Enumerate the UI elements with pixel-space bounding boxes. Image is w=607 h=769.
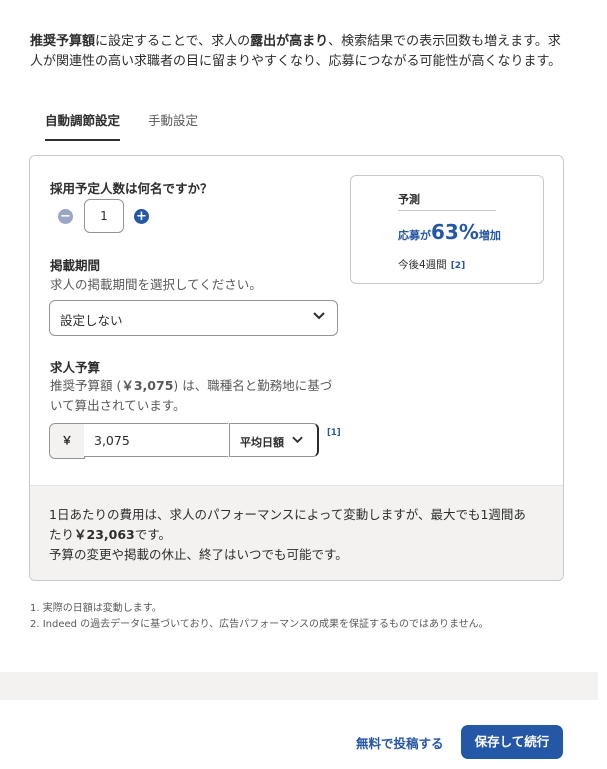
tab-auto-adjust[interactable]: 自動調節設定	[45, 110, 121, 141]
footnote-1: 1. 実際の日額は変動します。	[30, 603, 162, 614]
forecast-period-text: 今後4週間	[398, 259, 447, 271]
budget-description: 推奨予算額 (￥3,075) は、職種名と勤務地に基づ いて算出されています。	[50, 376, 332, 416]
chevron-down-icon	[292, 436, 303, 444]
plus-circle-icon[interactable]: +	[134, 209, 149, 224]
forecast-title: 予測	[398, 191, 496, 211]
cost-note-line3: 予算の変更や掲載の休止、終了はいつでも可能です。	[49, 547, 348, 562]
footnote-ref-1[interactable]: [1]	[327, 428, 341, 438]
hires-count-input[interactable]: 1	[84, 199, 124, 233]
forecast-panel: 予測 応募が63%増加 今後4週間 [2]	[350, 175, 544, 284]
forecast-increase: 応募が63%増加	[398, 220, 501, 244]
budget-desc-a: 推奨予算額 (	[50, 378, 122, 393]
intro-bold-budget: 推奨予算額	[30, 34, 96, 49]
budget-mode-select[interactable]: 平均日額	[229, 423, 319, 457]
budget-settings-card: 採用予定人数は何名ですか？ − 1 + 予測 応募が63%増加 今後4週間 [2]…	[29, 155, 564, 581]
save-and-continue-button[interactable]: 保存して続行	[461, 725, 563, 759]
settings-tabs: 自動調節設定 手動設定	[30, 100, 570, 142]
intro-text: 推奨予算額に設定することで、求人の露出が高まり、検索結果での表示回数も増えます。…	[30, 32, 570, 72]
chevron-down-icon	[313, 312, 325, 320]
posting-period-selected: 設定しない	[60, 313, 123, 328]
cost-note-box: 1日あたりの費用は、求人のパフォーマンスによって変動しますが、最大でも1週間あ …	[30, 485, 563, 580]
posting-period-select[interactable]: 設定しない	[49, 300, 338, 336]
cost-note-line1: 1日あたりの費用は、求人のパフォーマンスによって変動しますが、最大でも1週間あ	[49, 507, 526, 522]
footnote-2: 2. Indeed の過去データに基づいており、広告パフォーマンスの成果を保証す…	[30, 619, 489, 630]
minus-circle-icon[interactable]: −	[58, 209, 73, 224]
hires-question: 採用予定人数は何名ですか？	[50, 181, 213, 196]
forecast-period: 今後4週間 [2]	[398, 257, 465, 272]
budget-input-group: ￥ 3,075 平均日額	[49, 423, 321, 459]
forecast-suffix: 増加	[478, 229, 501, 242]
currency-symbol: ￥	[49, 423, 85, 459]
free-post-link[interactable]: 無料で投稿する	[356, 733, 444, 752]
budget-desc-line2: いて算出されています。	[50, 398, 186, 413]
hires-stepper: − 1 +	[58, 199, 158, 233]
cost-note-2a: たり	[49, 527, 75, 542]
posting-period-description: 求人の掲載期間を選択してください。	[50, 277, 262, 292]
cost-note-weekly-max: ￥23,063	[74, 527, 135, 542]
forecast-percent: 63%	[431, 220, 479, 244]
cost-note-line2: たり￥23,063です。	[49, 525, 549, 545]
budget-mode-label: 平均日額	[240, 436, 284, 449]
footnote-ref-2[interactable]: [2]	[451, 261, 466, 271]
budget-label: 求人予算	[50, 360, 101, 375]
budget-amount-input[interactable]: 3,075	[84, 423, 228, 457]
posting-period-label: 掲載期間	[50, 258, 101, 273]
section-divider	[0, 672, 598, 700]
budget-desc-b: ) は、職種名と勤務地に基づ	[173, 378, 333, 393]
intro-text-2: に設定することで、求人の	[95, 34, 251, 49]
intro-bold-exposure: 露出が高まり	[250, 34, 329, 49]
budget-recommended-amount: ￥3,075	[121, 378, 174, 393]
tab-manual[interactable]: 手動設定	[148, 110, 198, 139]
forecast-prefix: 応募が	[398, 229, 431, 242]
footnotes: 1. 実際の日額は変動します。 2. Indeed の過去データに基づいており、…	[30, 601, 489, 633]
cost-note-2b: です。	[134, 527, 172, 542]
